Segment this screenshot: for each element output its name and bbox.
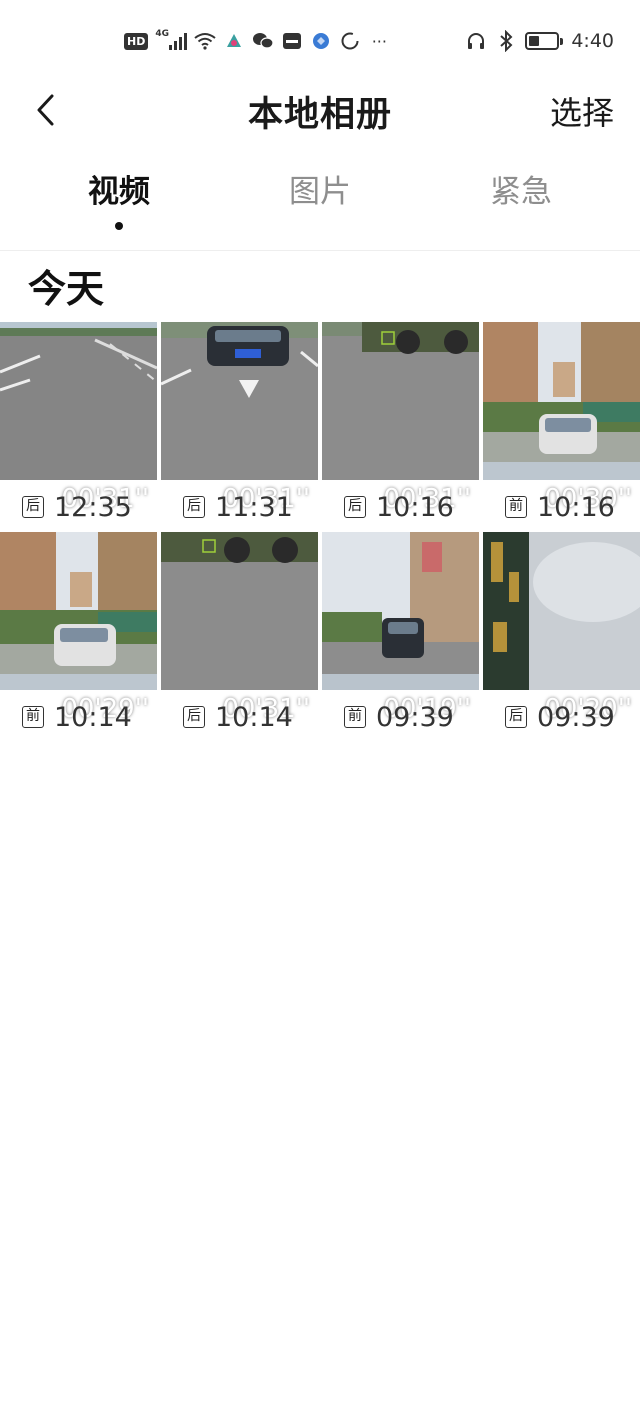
- video-item[interactable]: 00'20'' 后 09:39: [483, 532, 640, 733]
- video-caption: 前 09:39: [344, 701, 454, 733]
- video-time: 11:31: [215, 491, 293, 523]
- battery-icon: [525, 32, 564, 50]
- video-time: 10:14: [54, 701, 132, 733]
- camera-tag: 后: [183, 706, 205, 728]
- video-item[interactable]: 00'30'' 前 10:16: [483, 322, 640, 523]
- video-caption: 后 12:35: [22, 491, 132, 523]
- video-caption: 后 10:14: [183, 701, 293, 733]
- camera-tag: 后: [344, 496, 366, 518]
- network-type-label: 4G: [155, 29, 169, 39]
- divider: [0, 250, 640, 251]
- app-icon: [223, 30, 245, 52]
- more-dots-icon: ···: [371, 31, 387, 51]
- page-title: 本地相册: [247, 95, 392, 135]
- video-thumbnail[interactable]: [0, 532, 157, 690]
- tab-photos[interactable]: 图片: [250, 166, 390, 211]
- nav-bar: 本地相册 选择: [0, 80, 640, 146]
- video-caption: 前 10:14: [22, 701, 132, 733]
- camera-tag: 前: [344, 706, 366, 728]
- video-caption: 前 10:16: [505, 491, 615, 523]
- headphones-icon: [465, 30, 487, 52]
- hd-icon: HD: [124, 32, 149, 50]
- tab-bar: 视频 图片 紧急: [0, 166, 640, 238]
- active-tab-indicator: [115, 222, 123, 230]
- bluetooth-icon: [495, 30, 517, 52]
- video-item[interactable]: 00'31'' 后 10:14: [161, 532, 318, 733]
- status-bar: HD 4G ··· 4:40: [0, 0, 640, 80]
- wifi-icon: [194, 30, 216, 52]
- camera-tag: 前: [505, 496, 527, 518]
- circle-icon: [339, 30, 361, 52]
- status-bar-right: 4:40: [465, 28, 614, 54]
- video-item[interactable]: 00'29'' 前 10:14: [0, 532, 157, 733]
- video-time: 10:16: [537, 491, 615, 523]
- video-thumbnail[interactable]: [483, 532, 640, 690]
- video-caption: 后 10:16: [344, 491, 454, 523]
- video-thumbnail[interactable]: [0, 322, 157, 480]
- camera-tag: 后: [183, 496, 205, 518]
- video-time: 09:39: [537, 701, 615, 733]
- status-bar-left: HD 4G ···: [124, 28, 390, 54]
- clock-time: 4:40: [571, 30, 614, 52]
- wechat-icon: [252, 30, 274, 52]
- video-item[interactable]: 00'31'' 后 12:35: [0, 322, 157, 523]
- video-caption: 后 09:39: [505, 701, 615, 733]
- camera-tag: 后: [505, 706, 527, 728]
- video-time: 10:14: [215, 701, 293, 733]
- signal-icon: 4G: [155, 29, 188, 52]
- tab-videos[interactable]: 视频: [49, 166, 189, 211]
- camera-tag: 前: [22, 706, 44, 728]
- video-item[interactable]: 00'31'' 后 10:16: [322, 322, 479, 523]
- battery-level: [529, 36, 540, 46]
- video-item[interactable]: 00'19'' 前 09:39: [322, 532, 479, 733]
- video-thumbnail[interactable]: [161, 532, 318, 690]
- camera-tag: 后: [22, 496, 44, 518]
- video-time: 09:39: [376, 701, 454, 733]
- video-time: 12:35: [54, 491, 132, 523]
- tab-emergency[interactable]: 紧急: [451, 166, 591, 211]
- video-caption: 后 11:31: [183, 491, 293, 523]
- video-thumbnail[interactable]: [322, 322, 479, 480]
- video-time: 10:16: [376, 491, 454, 523]
- section-title-today: 今天: [28, 267, 105, 311]
- select-button[interactable]: 选择: [550, 88, 614, 134]
- video-thumbnail[interactable]: [483, 322, 640, 480]
- browser-icon: [310, 30, 332, 52]
- video-thumbnail[interactable]: [322, 532, 479, 690]
- video-item[interactable]: 00'31'' 后 11:31: [161, 322, 318, 523]
- video-thumbnail[interactable]: [161, 322, 318, 480]
- huawei-icon: [281, 30, 303, 52]
